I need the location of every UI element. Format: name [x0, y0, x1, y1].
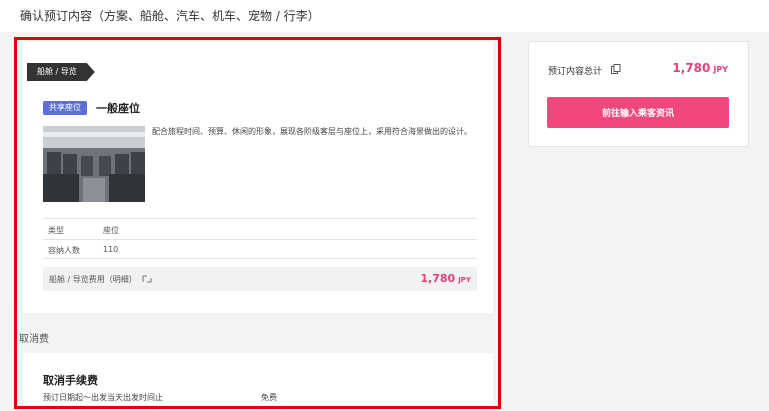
fee-breakdown-label: 船舱 / 导览费用（明细）: [49, 274, 152, 285]
spec-value-type: 座位: [103, 226, 119, 235]
info-icon[interactable]: [142, 275, 152, 283]
seat-photo[interactable]: [43, 126, 145, 202]
spec-value-capacity: 110: [103, 245, 119, 254]
fee-amount: 1,780: [420, 272, 456, 285]
cancellation-rule: 预订日期起～出发当天出发时间止: [43, 393, 163, 402]
category-tag: 船舱 / 导览: [27, 63, 95, 81]
spec-label-type: 类型: [48, 226, 64, 235]
cancellation-fee: 免费: [261, 393, 277, 402]
cancellation-section-heading: 取消费: [19, 334, 49, 345]
seat-type-badge: 共享座位: [43, 101, 87, 115]
total-currency: JPY: [713, 65, 728, 74]
divider: [43, 258, 477, 259]
cancellation-title: 取消手续费: [43, 374, 98, 387]
copy-icon[interactable]: [611, 64, 621, 74]
total-price: 1,780 JPY: [672, 61, 728, 75]
seat-name: 一般座位: [96, 102, 140, 115]
fee-price: 1,780 JPY: [420, 272, 471, 285]
divider: [43, 239, 477, 240]
product-card: 船舱 / 导览 共享座位 一般座位 配合旅程时间、预算、休闲的形象，展现各阶级客…: [23, 42, 493, 313]
fee-row: 船舱 / 导览费用（明细） 1,780 JPY: [43, 267, 477, 291]
total-amount: 1,780: [672, 61, 711, 75]
booking-summary-card: 预订内容总计 1,780 JPY 前往输入乘客资讯: [528, 41, 749, 147]
divider: [43, 218, 477, 219]
total-label: 预订内容总计: [548, 67, 603, 77]
ferry-seating-photo-icon: [43, 126, 145, 202]
fee-currency: JPY: [458, 276, 471, 284]
proceed-to-passenger-info-button[interactable]: 前往输入乘客资讯: [547, 97, 729, 128]
fee-label-text: 船舱 / 导览费用（明细）: [49, 275, 137, 284]
top-bar: 确认预订内容（方案、船舱、汽车、机车、宠物 / 行李）: [0, 0, 769, 32]
page-title: 确认预订内容（方案、船舱、汽车、机车、宠物 / 行李）: [20, 9, 320, 23]
booking-details-panel: 船舱 / 导览 共享座位 一般座位 配合旅程时间、预算、休闲的形象，展现各阶级客…: [14, 37, 501, 409]
spec-label-capacity: 容纳人数: [48, 246, 80, 255]
seat-description: 配合旅程时间、预算、休闲的形象，展现各阶级客层与座位上，采用符合海景做出的设计。: [152, 127, 472, 136]
cancellation-card: 取消手续费 预订日期起～出发当天出发时间止 免费: [23, 353, 493, 406]
